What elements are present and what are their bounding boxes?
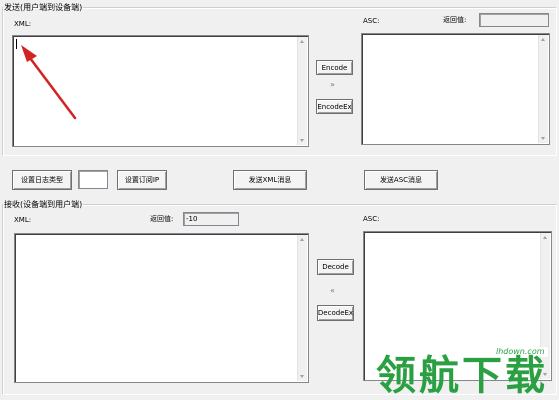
scroll-up-arrow-icon[interactable] [298,37,307,46]
encode-arrows-icon: » [330,80,335,89]
set-subscribe-ip-button[interactable]: 设置订阅IP [117,170,167,190]
watermark-text: 领航下载 [376,353,548,399]
scroll-up-arrow-icon[interactable] [539,35,548,44]
send-xml-button[interactable]: 发送XML消息 [233,170,307,190]
send-group-legend: 发送(用户端到设备端) [4,3,83,12]
send-asc-textarea[interactable] [361,33,550,145]
decodeex-button[interactable]: DecodeEx [317,305,354,321]
send-asc-label: ASC: [363,17,380,25]
receive-return-value: -10 [183,212,239,226]
scroll-down-arrow-icon[interactable] [298,372,307,381]
text-caret [16,39,17,49]
scroll-up-arrow-icon[interactable] [541,233,550,242]
receive-xml-scrollbar[interactable] [297,235,307,381]
scroll-up-arrow-icon[interactable] [298,235,307,244]
receive-xml-label: XML: [14,216,32,224]
send-return-label: 返回值: [443,16,467,24]
scroll-down-arrow-icon[interactable] [539,134,548,143]
log-type-input[interactable] [78,170,108,189]
set-log-type-button[interactable]: 设置日志类型 [12,170,72,190]
receive-asc-label: ASC: [363,215,380,223]
decode-button[interactable]: Decode [317,259,354,275]
send-return-value [479,13,549,27]
send-asc-scrollbar[interactable] [538,35,548,143]
receive-xml-textarea[interactable] [14,233,309,383]
send-xml-scrollbar[interactable] [297,37,307,145]
encode-button[interactable]: Encode [316,60,353,75]
encodeex-button[interactable]: EncodeEx [316,99,353,114]
send-asc-button[interactable]: 发送ASC消息 [364,170,438,190]
scroll-down-arrow-icon[interactable] [298,136,307,145]
receive-group-legend: 接收(设备端到用户端) [4,200,83,209]
send-xml-label: XML: [14,20,32,28]
receive-return-label: 返回值: [150,215,174,223]
decode-arrows-icon: « [330,286,335,295]
send-xml-textarea[interactable] [12,35,309,147]
